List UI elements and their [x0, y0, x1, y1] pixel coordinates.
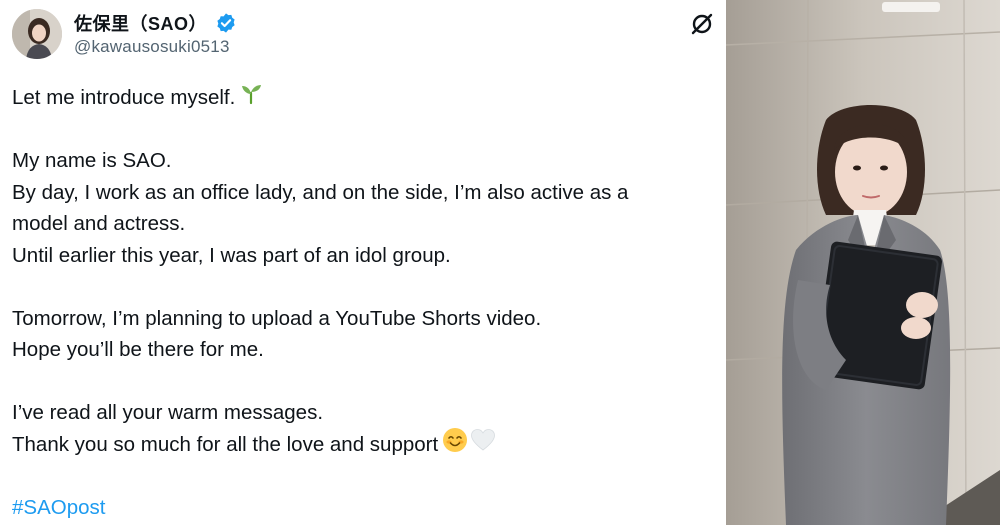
text-line: I’ve read all your warm messages. [12, 401, 324, 424]
text-line: Let me introduce myself. [12, 82, 712, 114]
hashtag-link[interactable]: #SAOpost [12, 492, 712, 524]
text-line: Thank you so much for all the love and s… [12, 427, 712, 463]
text-line: Until earlier this year, I was part of a… [12, 243, 451, 267]
display-name[interactable]: 佐保里（SAO） [74, 10, 237, 36]
smiling-face-emoji [442, 427, 468, 463]
text-line: By day, I work as an office lady, and on… [12, 180, 629, 204]
profile-photo [726, 0, 1000, 525]
text-line-content: Let me introduce myself. [12, 86, 236, 109]
white-heart-emoji [470, 427, 496, 463]
seedling-emoji [239, 81, 263, 115]
text-line-content: Thank you so much for all the love and s… [12, 432, 439, 456]
text-line: My name is SAO. [12, 149, 172, 172]
text-line: Hope you’ll be there for me. [12, 338, 264, 361]
text-line: Tomorrow, I’m planning to upload a YouTu… [12, 306, 542, 330]
tweet-card: 佐保里（SAO） @kawausosuki0513 Let me introdu… [0, 0, 722, 525]
tweet-text: Let me introduce myself. My name is SAO.… [12, 82, 712, 523]
user-handle[interactable]: @kawausosuki0513 [74, 37, 230, 57]
x-logo-icon[interactable] [689, 11, 715, 37]
avatar[interactable] [12, 9, 62, 59]
display-name-text: 佐保里（SAO） [74, 14, 208, 34]
text-line: model and actress. [12, 212, 186, 235]
verified-badge-icon [215, 12, 237, 34]
